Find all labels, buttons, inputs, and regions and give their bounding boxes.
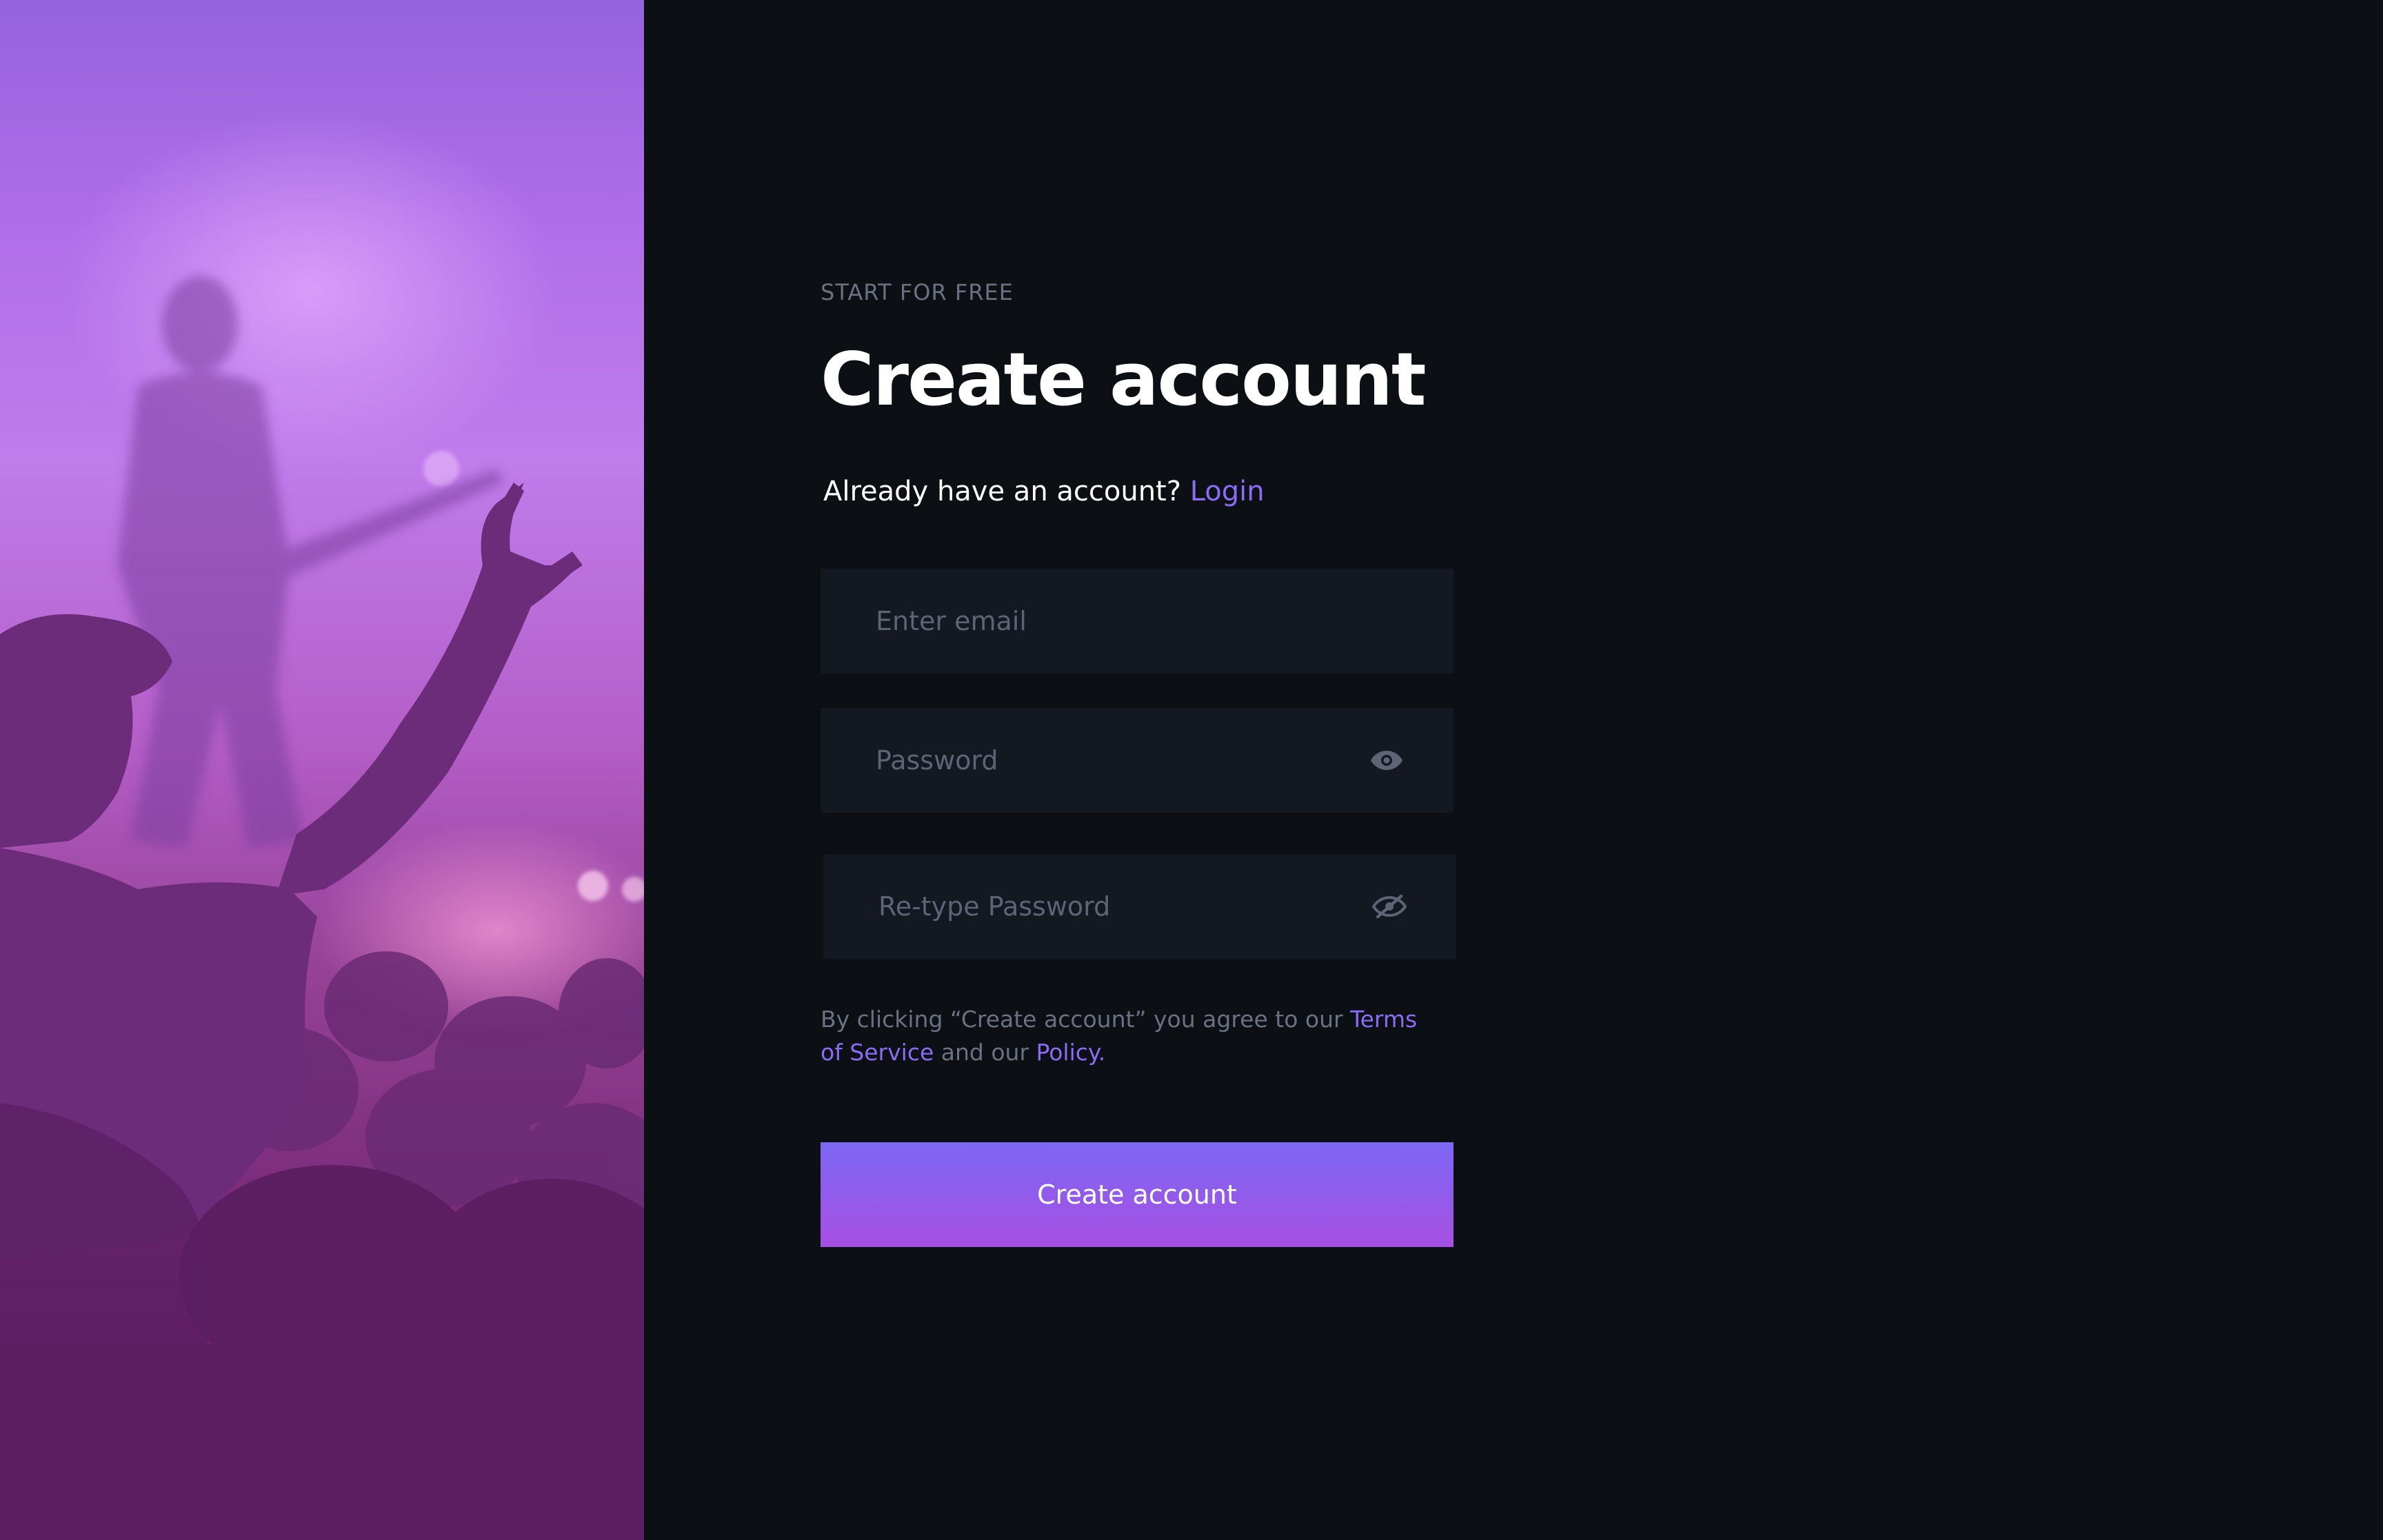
eye-off-icon[interactable] [1371, 894, 1407, 919]
login-link[interactable]: Login [1190, 476, 1265, 507]
concert-illustration [0, 110, 644, 1540]
login-prompt: Already have an account? Login [823, 476, 1265, 507]
terms-mid: and our [941, 1039, 1029, 1066]
eye-off-icon-svg [1371, 894, 1407, 919]
signup-page: START FOR FREE Create account Already ha… [0, 0, 2383, 1540]
eye-icon[interactable] [1369, 748, 1404, 773]
policy-link[interactable]: Policy. [1036, 1039, 1106, 1066]
page-title: Create account [821, 337, 1427, 422]
eyebrow-label: START FOR FREE [821, 279, 1014, 305]
eye-icon-svg [1371, 751, 1402, 770]
retype-password-input[interactable] [823, 854, 1456, 959]
retype-password-field[interactable] [823, 854, 1456, 959]
email-input[interactable] [821, 569, 1454, 673]
hero-image [0, 0, 644, 1540]
terms-prefix: By clicking “Create account” you agree t… [821, 1006, 1343, 1033]
login-prompt-text: Already have an account? [823, 476, 1181, 507]
password-field[interactable] [821, 708, 1454, 813]
password-input[interactable] [821, 708, 1454, 813]
terms-notice: By clicking “Create account” you agree t… [821, 1003, 1441, 1069]
email-field[interactable] [821, 569, 1454, 673]
create-account-button[interactable]: Create account [821, 1142, 1454, 1247]
